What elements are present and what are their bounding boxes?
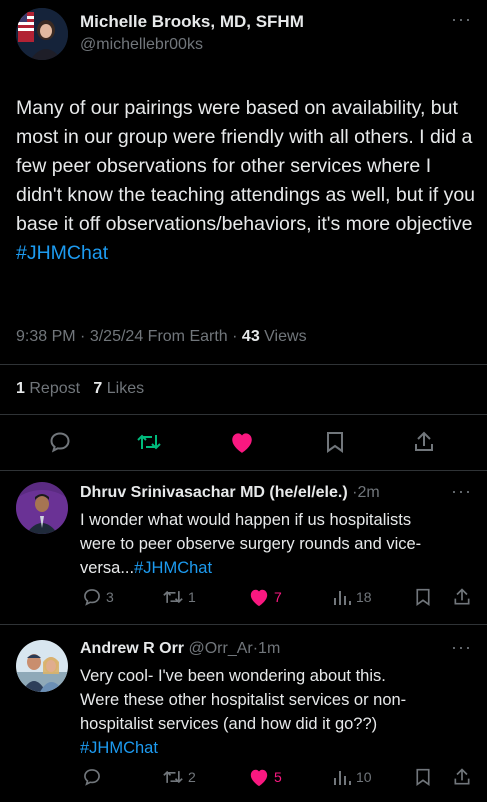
divider bbox=[0, 364, 487, 365]
reply-count: 3 bbox=[106, 589, 114, 605]
repost-icon bbox=[163, 590, 183, 604]
divider bbox=[0, 624, 487, 625]
tweet-body: Many of our pairings were based on avail… bbox=[16, 97, 476, 235]
like-icon-filled[interactable] bbox=[229, 430, 255, 454]
reply-icon[interactable] bbox=[48, 430, 72, 454]
reply-header: Andrew R Orr @Orr_Ar·1m bbox=[80, 640, 280, 658]
reposts-stat[interactable]: 1 Repost bbox=[16, 380, 80, 397]
views-count: 43 bbox=[241, 328, 260, 345]
like-button[interactable]: 5 bbox=[248, 767, 282, 787]
analytics-icon bbox=[334, 591, 351, 605]
views-count: 18 bbox=[356, 589, 372, 605]
tweet-time[interactable]: 9:38 PM bbox=[16, 328, 76, 345]
divider bbox=[0, 414, 487, 415]
analytics-icon bbox=[334, 771, 351, 785]
likes-count: 7 bbox=[93, 380, 103, 397]
share-icon[interactable] bbox=[452, 767, 472, 787]
repost-button[interactable]: 2 bbox=[162, 767, 196, 787]
like-count: 7 bbox=[274, 589, 282, 605]
reply-text: Very cool- I've been wondering about thi… bbox=[80, 664, 475, 760]
bookmark-icon[interactable] bbox=[324, 430, 346, 454]
like-button[interactable]: 7 bbox=[248, 587, 282, 607]
reply-text-line: Were these other hospitalist services or… bbox=[80, 691, 407, 709]
share-icon[interactable] bbox=[412, 430, 436, 454]
reply-author-name[interactable]: Dhruv Srinivasachar MD (he/el/ele.) bbox=[80, 484, 348, 501]
hashtag-link[interactable]: #JHMChat bbox=[134, 559, 212, 577]
views-count: 10 bbox=[356, 769, 372, 785]
like-icon-filled bbox=[250, 589, 268, 607]
repost-icon bbox=[163, 770, 183, 784]
tweet-source: From Earth bbox=[147, 328, 228, 345]
reply-avatar[interactable] bbox=[16, 482, 68, 534]
reply-time[interactable]: 2m bbox=[357, 484, 379, 501]
likes-stat[interactable]: 7 Likes bbox=[93, 380, 144, 397]
bookmark-icon[interactable] bbox=[414, 767, 432, 787]
repost-icon[interactable] bbox=[136, 430, 162, 454]
engagement-stats: 1 Repost 7 Likes bbox=[16, 380, 144, 398]
reply-icon bbox=[84, 589, 100, 606]
views-button[interactable]: 18 bbox=[332, 587, 372, 607]
more-options-icon[interactable]: ··· bbox=[451, 482, 472, 500]
reply-text-line: were to peer observe surgery rounds and … bbox=[80, 535, 422, 553]
reposts-count: 1 bbox=[16, 380, 25, 397]
separator: · bbox=[80, 328, 86, 345]
reply-button[interactable] bbox=[82, 767, 106, 787]
reply-time[interactable]: 1m bbox=[258, 640, 280, 657]
reply-handle[interactable]: @Orr_Ar bbox=[188, 640, 252, 657]
reply-text: I wonder what would happen if us hospita… bbox=[80, 508, 475, 580]
divider bbox=[0, 470, 487, 471]
author-handle[interactable]: @michellebr00ks bbox=[80, 36, 203, 54]
like-count: 5 bbox=[274, 769, 282, 785]
reply-author-name[interactable]: Andrew R Orr bbox=[80, 640, 184, 657]
more-options-icon[interactable]: ··· bbox=[451, 10, 472, 28]
views-button[interactable]: 10 bbox=[332, 767, 372, 787]
repost-count: 1 bbox=[188, 589, 196, 605]
repost-count: 2 bbox=[188, 769, 196, 785]
hashtag-link[interactable]: #JHMChat bbox=[80, 739, 158, 757]
hashtag-link[interactable]: #JHMChat bbox=[16, 242, 108, 264]
tweet-text: Many of our pairings were based on avail… bbox=[16, 94, 476, 268]
likes-label: Likes bbox=[106, 380, 145, 397]
bookmark-icon[interactable] bbox=[414, 587, 432, 607]
reply-text-line: hospitalist services (and how did it go?… bbox=[80, 715, 378, 733]
more-options-icon[interactable]: ··· bbox=[451, 638, 472, 656]
author-name[interactable]: Michelle Brooks, MD, SFHM bbox=[80, 12, 304, 32]
reply-avatar[interactable] bbox=[16, 640, 68, 692]
reply-header: Dhruv Srinivasachar MD (he/el/ele.) ·2m bbox=[80, 484, 380, 502]
views-label: Views bbox=[264, 328, 307, 345]
tweet-metadata: 9:38 PM · 3/25/24 From Earth · 43 Views bbox=[16, 328, 307, 346]
reply-text-line: I wonder what would happen if us hospita… bbox=[80, 511, 412, 529]
share-icon[interactable] bbox=[452, 587, 472, 607]
reply-text-line: Very cool- I've been wondering about thi… bbox=[80, 667, 386, 685]
like-icon-filled bbox=[250, 769, 268, 787]
tweet-date[interactable]: 3/25/24 bbox=[90, 328, 143, 345]
reply-icon bbox=[84, 769, 100, 786]
separator: · bbox=[232, 328, 238, 345]
reposts-label: Repost bbox=[29, 380, 81, 397]
reply-text-line: versa... bbox=[80, 559, 135, 577]
repost-button[interactable]: 1 bbox=[162, 587, 196, 607]
reply-button[interactable]: 3 bbox=[82, 587, 114, 607]
author-avatar[interactable] bbox=[16, 8, 68, 60]
